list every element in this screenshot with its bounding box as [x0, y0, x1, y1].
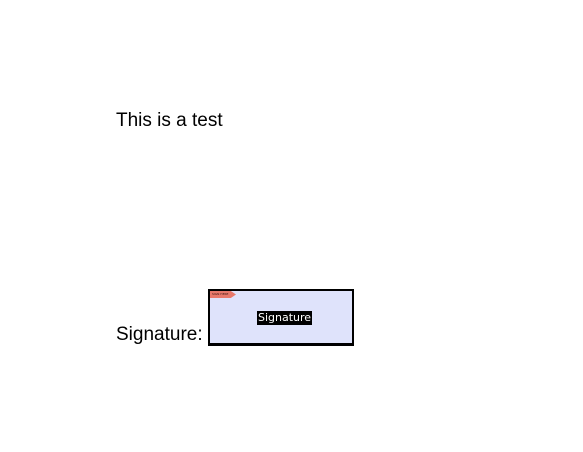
signature-label: Signature:: [116, 324, 203, 345]
signature-field-caption: Signature: [257, 311, 313, 325]
sign-here-tag-text: SIGN HERE: [212, 292, 229, 296]
intro-text: This is a test: [116, 110, 223, 131]
sign-here-tag[interactable]: SIGN HERE: [210, 291, 236, 298]
signature-field[interactable]: SIGN HERE Signature: [208, 289, 354, 345]
document-page: This is a test Signature: SIGN HERE Sign…: [0, 0, 583, 452]
signature-underline: [208, 345, 354, 346]
